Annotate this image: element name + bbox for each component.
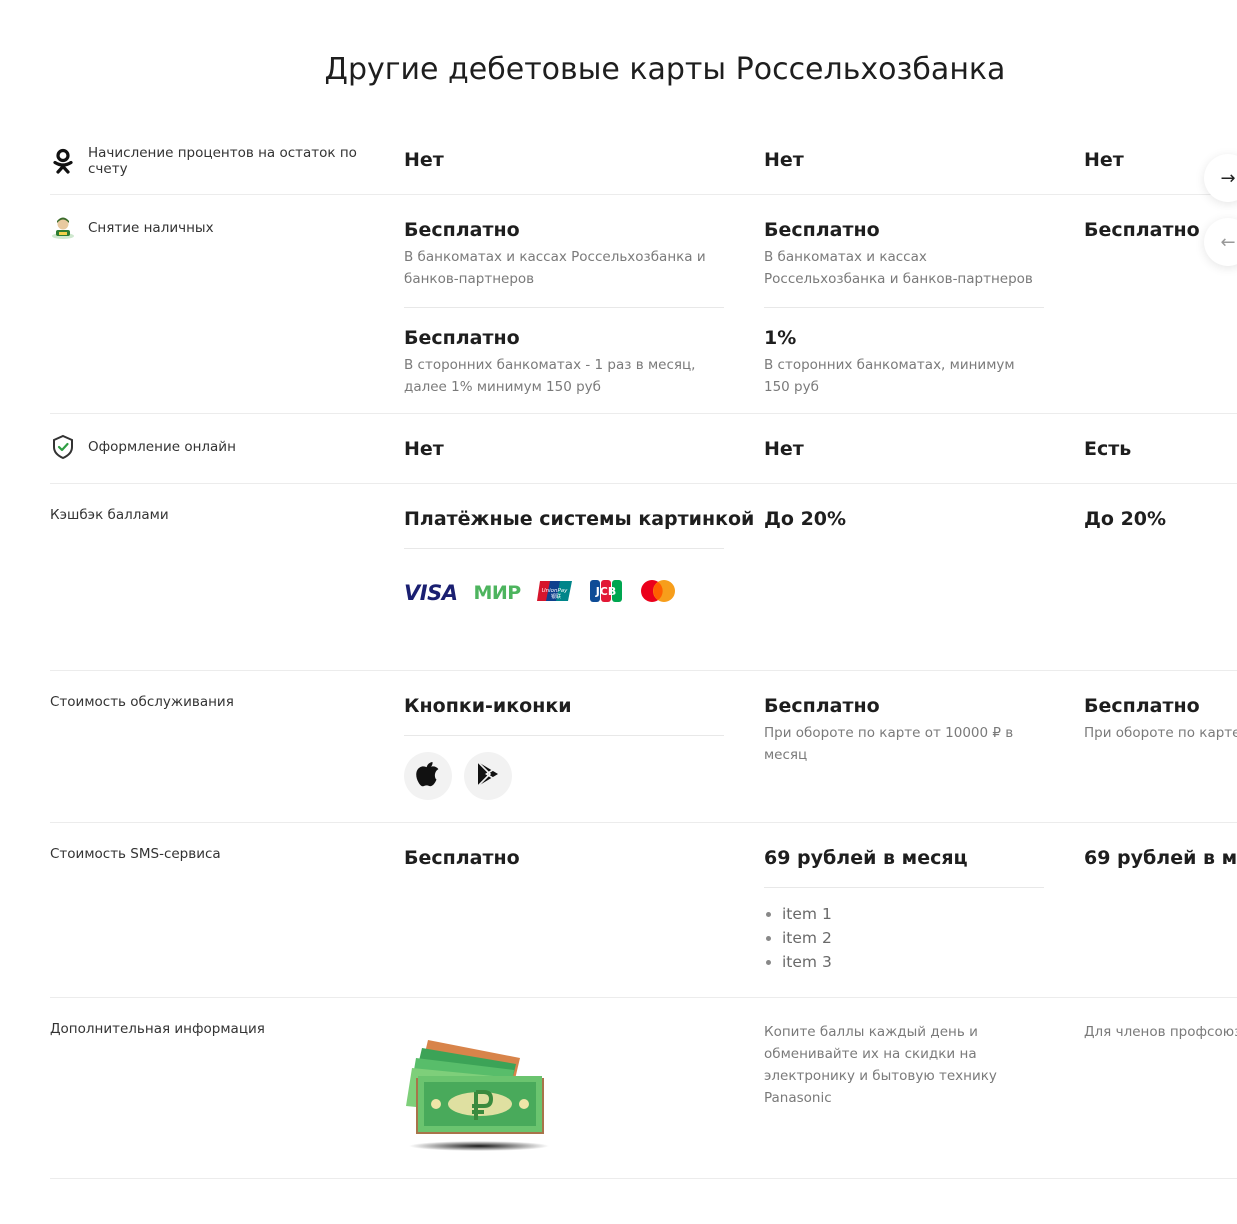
jcb-logo-icon: JCB bbox=[589, 579, 623, 607]
payment-logos: VISA МИР UnionPay 银联 JCB bbox=[404, 579, 724, 607]
cell-value: Бесплатно bbox=[1084, 695, 1200, 717]
cell-value: Бесплатно bbox=[764, 695, 880, 717]
cell-value: Бесплатно bbox=[404, 847, 520, 869]
mir-logo-icon: МИР bbox=[473, 582, 521, 604]
cell-value: 69 рублей в месяц bbox=[764, 847, 968, 869]
svg-text:银联: 银联 bbox=[551, 593, 561, 600]
app-buttons bbox=[404, 752, 724, 800]
cell-value: Платёжные системы картинкой bbox=[404, 508, 755, 530]
row-label: Стоимость SMS-сервиса bbox=[50, 846, 390, 862]
cell-note: В сторонних банкоматах - 1 раз в месяц, … bbox=[404, 357, 696, 395]
cell-note: Для членов профсоюзов bbox=[1084, 1024, 1237, 1040]
cell-divider bbox=[404, 548, 724, 549]
row-label: Дополнительная информация bbox=[50, 1021, 390, 1037]
cell-note: Копите баллы каждый день и обменивайте и… bbox=[764, 1024, 997, 1106]
cell-value: Нет bbox=[404, 438, 444, 460]
arrow-right-icon: → bbox=[1220, 167, 1236, 189]
cell-value: 69 рублей в месяц bbox=[1084, 847, 1237, 869]
cell-value: Есть bbox=[1084, 438, 1132, 460]
cell-divider bbox=[764, 307, 1044, 308]
cell-divider bbox=[404, 307, 724, 308]
row-label-text: Начисление процентов на остаток по счету bbox=[88, 145, 357, 177]
cell-value: До 20% bbox=[1084, 508, 1167, 530]
money-bills-icon bbox=[404, 1040, 554, 1162]
google-play-button[interactable] bbox=[464, 752, 512, 800]
app-store-button[interactable] bbox=[404, 752, 452, 800]
row-label-text: Стоимость SMS-сервиса bbox=[50, 846, 221, 862]
row-label: Начисление процентов на остаток по счету bbox=[50, 145, 390, 177]
cashier-icon bbox=[50, 215, 76, 241]
row-label-text: Оформление онлайн bbox=[88, 439, 236, 455]
row-extra: Дополнительная информация Копите баллы к… bbox=[50, 998, 1237, 1179]
visa-logo-icon: VISA bbox=[404, 581, 458, 605]
arrow-left-icon: ← bbox=[1220, 231, 1236, 253]
row-label-text: Стоимость обслуживания bbox=[50, 694, 234, 710]
comparison-table: Начисление процентов на остаток по счету… bbox=[50, 125, 1237, 1185]
cell-note: В сторонних банкоматах, минимум 150 руб bbox=[764, 357, 1015, 395]
cell-list: item 1 item 2 item 3 bbox=[764, 902, 1044, 974]
cell-note: При обороте по карте от 10000 ₽ в месяц bbox=[1084, 725, 1237, 741]
apple-icon bbox=[416, 761, 440, 791]
cell-note: В банкоматах и кассах Россельхозбанка и … bbox=[764, 249, 1033, 287]
row-label-text: Кэшбэк баллами bbox=[50, 507, 169, 523]
svg-text:JCB: JCB bbox=[594, 585, 616, 598]
unionpay-logo-icon: UnionPay 银联 bbox=[536, 579, 573, 607]
cell-value: 1% bbox=[764, 327, 797, 349]
row-label: Снятие наличных bbox=[50, 215, 390, 241]
row-cash: Снятие наличных Бесплатно В банкоматах и… bbox=[50, 195, 1237, 414]
row-online: Оформление онлайн Нет Нет Есть bbox=[50, 414, 1237, 484]
cell-value: Нет bbox=[764, 149, 804, 171]
google-play-icon bbox=[476, 761, 500, 791]
row-label-text: Снятие наличных bbox=[88, 220, 214, 236]
row-label: Стоимость обслуживания bbox=[50, 694, 390, 710]
cell-value: Нет bbox=[764, 438, 804, 460]
cell-value: До 20% bbox=[764, 508, 847, 530]
row-cashback: Кэшбэк баллами Платёжные системы картинк… bbox=[50, 484, 1237, 671]
cell-note: В банкоматах и кассах Россельхозбанка и … bbox=[404, 249, 706, 287]
row-label-text: Дополнительная информация bbox=[50, 1021, 265, 1037]
ok-social-icon bbox=[50, 148, 76, 174]
list-item: item 3 bbox=[782, 950, 1044, 974]
cell-value: Бесплатно bbox=[764, 219, 880, 241]
cell-note: При обороте по карте от 10000 ₽ в месяц bbox=[764, 725, 1014, 763]
row-label: Кэшбэк баллами bbox=[50, 507, 390, 523]
mastercard-logo-icon bbox=[639, 579, 677, 607]
cell-value: Нет bbox=[404, 149, 444, 171]
row-service: Стоимость обслуживания Кнопки-иконки Бес… bbox=[50, 671, 1237, 823]
shield-check-icon bbox=[50, 434, 76, 460]
row-interest: Начисление процентов на остаток по счету… bbox=[50, 125, 1237, 195]
list-item: item 1 bbox=[782, 902, 1044, 926]
list-item: item 2 bbox=[782, 926, 1044, 950]
cell-divider bbox=[764, 887, 1044, 888]
cell-value: Бесплатно bbox=[404, 327, 520, 349]
cell-value: Бесплатно bbox=[404, 219, 520, 241]
cell-value: Кнопки-иконки bbox=[404, 695, 572, 717]
cell-divider bbox=[404, 735, 724, 736]
row-label: Оформление онлайн bbox=[50, 434, 390, 460]
page-title: Другие дебетовые карты Россельхозбанка bbox=[324, 52, 1006, 87]
row-sms: Стоимость SMS-сервиса Бесплатно 69 рубле… bbox=[50, 823, 1237, 998]
